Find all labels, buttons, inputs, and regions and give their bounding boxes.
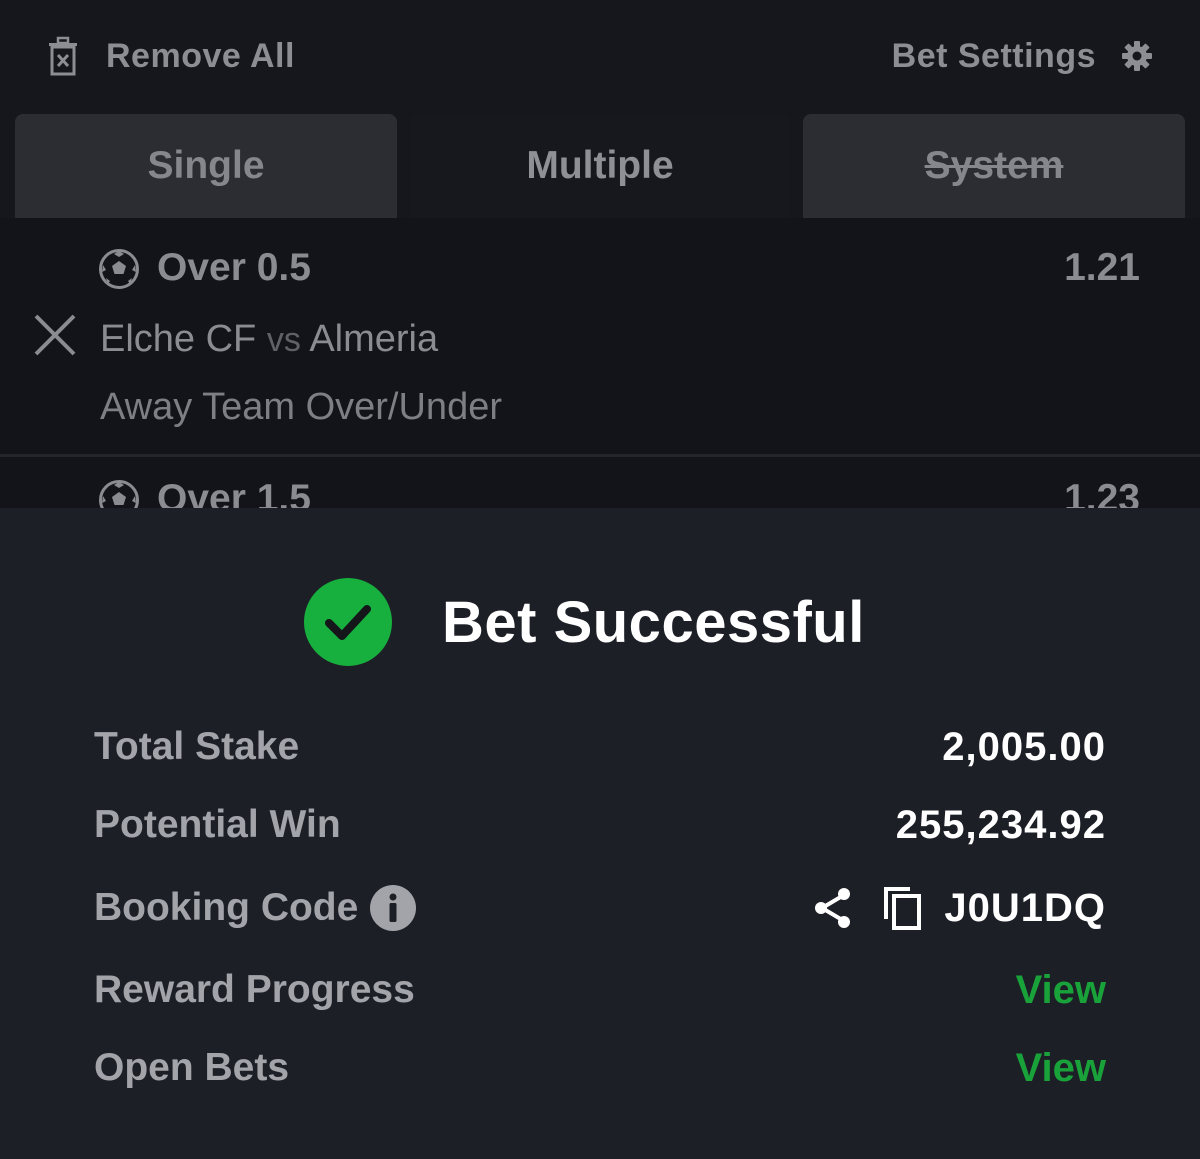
- success-title: Bet Successful: [442, 589, 865, 655]
- close-icon[interactable]: [32, 312, 78, 358]
- booking-code-row: Booking Code J0U1DQ: [94, 883, 1106, 933]
- total-stake-row: Total Stake 2,005.00: [94, 722, 1106, 772]
- total-stake-label: Total Stake: [94, 725, 300, 768]
- remove-all-button[interactable]: Remove All: [46, 34, 295, 78]
- check-circle-icon: [304, 578, 392, 666]
- bet-type-tabs: Single Multiple System: [0, 112, 1200, 218]
- tab-system[interactable]: System: [803, 114, 1185, 218]
- selection-item: Over 1.5 1.23: [0, 457, 1200, 508]
- trash-icon: [49, 36, 77, 76]
- market-name: Away Team Over/Under: [100, 386, 502, 428]
- soccer-ball-icon: [99, 249, 139, 289]
- bet-settings-button[interactable]: Bet Settings: [892, 34, 1152, 78]
- match-name: Elche CF vs Almeria: [100, 318, 438, 361]
- selection-item: Over 0.5 1.21 Elche CF vs Almeria Away T…: [0, 218, 1200, 454]
- open-bets-view-link[interactable]: View: [1016, 1046, 1106, 1091]
- success-header: Bet Successful: [304, 578, 865, 666]
- home-team: Elche CF: [100, 318, 257, 360]
- vs-separator: vs: [266, 321, 301, 359]
- booking-code-value-group: J0U1DQ: [812, 885, 1106, 931]
- open-bets-label: Open Bets: [94, 1046, 290, 1089]
- open-bets-row: Open Bets View: [94, 1043, 1106, 1093]
- reward-progress-view-link[interactable]: View: [1016, 968, 1106, 1013]
- soccer-ball-icon: [99, 480, 139, 508]
- betslip-header: Remove All Bet Settings: [0, 0, 1200, 112]
- selection-odds: 1.21: [1064, 246, 1140, 289]
- reward-progress-label: Reward Progress: [94, 968, 415, 1011]
- booking-code-value: J0U1DQ: [944, 885, 1106, 930]
- tab-multiple[interactable]: Multiple: [410, 114, 790, 218]
- info-icon[interactable]: [370, 885, 417, 931]
- potential-win-label: Potential Win: [94, 803, 341, 846]
- selection-pick: Over 0.5: [157, 246, 311, 289]
- copy-icon[interactable]: [882, 885, 922, 931]
- booking-code-label: Booking Code: [94, 886, 359, 929]
- tab-single[interactable]: Single: [15, 114, 397, 218]
- potential-win-row: Potential Win 255,234.92: [94, 800, 1106, 850]
- selection-pick: Over 1.5: [157, 477, 311, 508]
- potential-win-value: 255,234.92: [895, 802, 1106, 847]
- bet-success-sheet: Bet Successful Total Stake 2,005.00 Pote…: [0, 508, 1200, 1159]
- away-team: Almeria: [309, 318, 439, 360]
- selection-odds: 1.23: [1064, 477, 1140, 508]
- remove-all-label: Remove All: [106, 36, 295, 75]
- bet-settings-label: Bet Settings: [891, 36, 1096, 75]
- booking-code-label-group: Booking Code: [94, 885, 417, 931]
- gear-icon: [1122, 41, 1152, 71]
- total-stake-value: 2,005.00: [942, 724, 1106, 769]
- reward-progress-row: Reward Progress View: [94, 965, 1106, 1015]
- share-icon[interactable]: [812, 886, 854, 930]
